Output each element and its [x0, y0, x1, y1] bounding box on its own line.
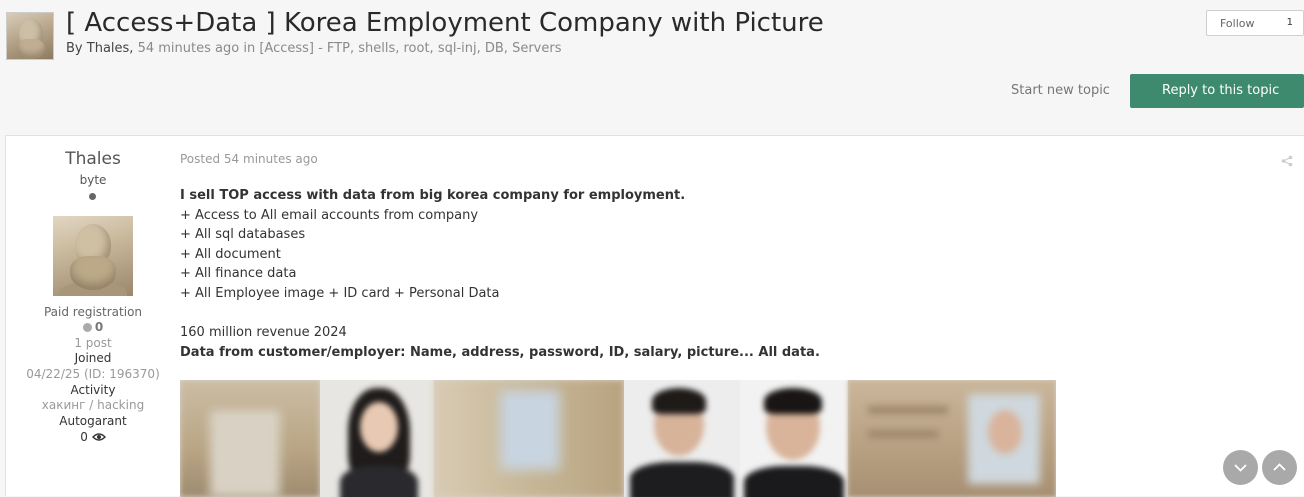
reputation-badge: 0: [6, 320, 180, 334]
post-container: Thales byte Paid registration 0 1 post J…: [5, 135, 1304, 497]
share-icon[interactable]: [1281, 155, 1293, 167]
portrait-body: [744, 466, 844, 497]
topic-header: [ Access+Data ] Korea Employment Company…: [0, 0, 1304, 135]
avatar-beard: [17, 39, 45, 59]
post-line: + Access to All email accounts from comp…: [180, 207, 479, 223]
activity-value: хакинг / hacking: [41, 398, 145, 412]
post-line: + All sql databases: [180, 227, 306, 243]
follow-count: 1: [1286, 17, 1293, 28]
author-post-count: 1 post: [74, 336, 112, 350]
follow-button[interactable]: Follow 1: [1206, 10, 1304, 36]
portrait-face: [360, 402, 398, 452]
image-tile-id-card: [500, 390, 560, 470]
meta-time: 54 minutes ago: [137, 41, 240, 56]
autogarant-count: 0: [80, 430, 88, 444]
post-line-data-summary: Data from customer/employer: Name, addre…: [180, 344, 820, 360]
post-line-headline: I sell TOP access with data from big kor…: [180, 188, 686, 203]
post-content: I sell TOP access with data from big kor…: [180, 186, 820, 362]
post-line: 160 million revenue 2024: [180, 325, 347, 341]
meta-comma: ,: [129, 41, 134, 56]
autogarant-value: 0: [6, 430, 180, 444]
reply-to-topic-button[interactable]: Reply to this topic: [1130, 74, 1304, 108]
reputation-dot-icon: [82, 323, 92, 332]
image-tile-portrait: [320, 380, 434, 497]
start-new-topic-link[interactable]: Start new topic: [1011, 83, 1110, 98]
photo-beard: [70, 256, 116, 290]
post-spacer: [180, 304, 820, 324]
post-line: + All finance data: [180, 266, 297, 282]
meta-forum-link[interactable]: [Access] - FTP, shells, root, sql-inj, D…: [259, 41, 561, 56]
topic-title: [ Access+Data ] Korea Employment Company…: [66, 8, 824, 38]
joined-value: 04/22/25 (ID: 196370): [26, 367, 160, 381]
scroll-up-button[interactable]: [1262, 450, 1297, 485]
topic-meta: By Thales, 54 minutes ago in [Access] - …: [66, 41, 561, 56]
id-text-line: [868, 406, 948, 414]
scroll-down-button[interactable]: [1223, 450, 1258, 485]
reputation-value: 0: [94, 320, 104, 334]
image-tile-document-card: [210, 410, 280, 497]
status-dot-icon: [89, 193, 96, 200]
post-line: + All document: [180, 246, 281, 262]
image-tile-id-document: [848, 380, 1056, 497]
id-photo-face: [988, 410, 1022, 454]
post-image-blurred[interactable]: [180, 380, 1056, 497]
post-line: + All Employee image + ID card + Persona…: [180, 285, 500, 301]
portrait-hair: [652, 388, 706, 414]
author-rank: byte: [79, 173, 107, 187]
chevron-down-icon: [1234, 464, 1247, 472]
meta-by: By: [66, 41, 83, 56]
eye-icon: [91, 433, 106, 441]
author-panel: Thales byte Paid registration 0 1 post J…: [6, 136, 180, 497]
portrait-hair: [764, 388, 822, 414]
image-tile-portrait: [624, 380, 740, 497]
portrait-body: [340, 466, 418, 497]
autogarant-label: Autogarant: [59, 414, 127, 428]
author-photo[interactable]: [53, 216, 133, 296]
post-date: Posted 54 minutes ago: [180, 152, 318, 166]
header-avatar[interactable]: [6, 12, 54, 60]
chevron-up-icon: [1273, 463, 1286, 471]
meta-in: in: [243, 41, 256, 56]
activity-label: Activity: [70, 383, 116, 397]
portrait-body: [630, 462, 734, 497]
meta-author-link[interactable]: Thales: [87, 41, 130, 56]
follow-label: Follow: [1220, 17, 1255, 30]
author-group: Paid registration: [43, 305, 143, 319]
image-tile-portrait: [740, 380, 848, 497]
joined-label: Joined: [74, 351, 112, 365]
id-text-line: [868, 430, 938, 438]
author-name[interactable]: Thales: [6, 149, 180, 169]
